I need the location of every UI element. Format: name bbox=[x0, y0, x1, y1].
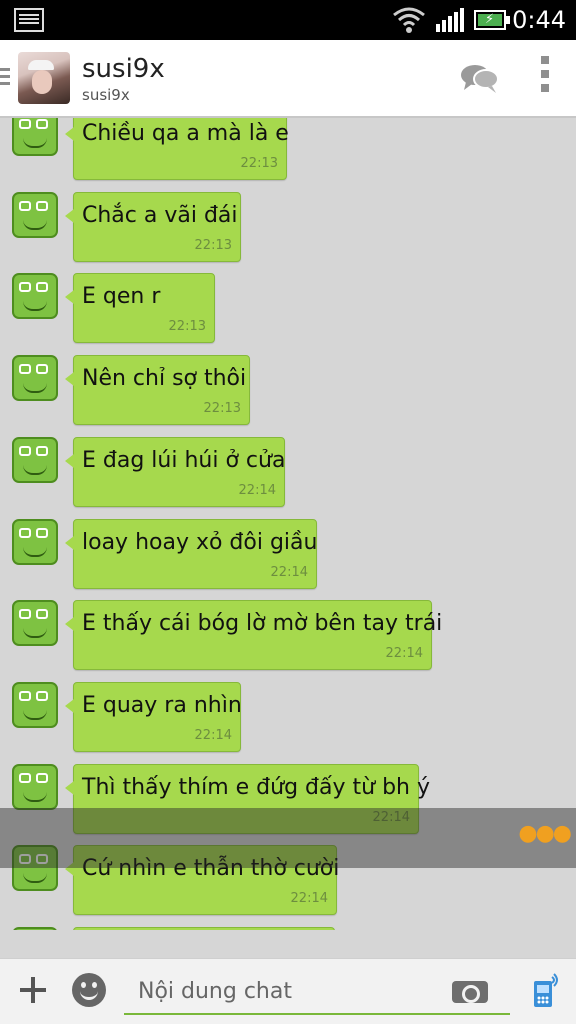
contact-id: susi9x bbox=[82, 86, 130, 104]
sender-emoticon-icon[interactable] bbox=[12, 518, 58, 565]
message-bubble[interactable]: E qen r 22:13 bbox=[65, 273, 215, 344]
message-time: 22:13 bbox=[168, 319, 206, 335]
message-row: B mắt còn gian gian cơ bbox=[0, 927, 576, 930]
plus-icon[interactable] bbox=[18, 975, 48, 1005]
message-bubble[interactable]: Chiều qa a mà là e 22:13 bbox=[65, 118, 289, 180]
walkie-talkie-icon[interactable] bbox=[526, 973, 560, 1009]
sender-emoticon-icon[interactable] bbox=[12, 118, 58, 156]
sender-emoticon-icon[interactable] bbox=[12, 681, 58, 728]
message-text: Chiều qa a mà là e bbox=[82, 121, 289, 146]
message-text: E đag lúi húi ở cửa bbox=[82, 447, 286, 473]
message-text: Thì thấy thím e đứg đấy từ bh ý bbox=[82, 774, 430, 800]
wifi-icon bbox=[393, 7, 425, 33]
message-row: E đag lúi húi ở cửa 22:14 bbox=[0, 436, 576, 517]
battery-charging-icon: ⚡ bbox=[474, 10, 510, 30]
sender-emoticon-icon[interactable] bbox=[12, 355, 58, 402]
message-bubble[interactable]: E thấy cái bóg lờ mờ bên tay trái 22:14 bbox=[65, 600, 442, 671]
chat-bubbles-icon[interactable] bbox=[460, 62, 500, 94]
camera-icon[interactable] bbox=[450, 975, 490, 1005]
message-row: E thấy cái bóg lờ mờ bên tay trái 22:14 bbox=[0, 600, 576, 680]
message-bubble[interactable]: E đag lúi húi ở cửa 22:14 bbox=[65, 436, 286, 507]
message-row: Chắc a vãi đái 22:13 bbox=[0, 191, 576, 272]
message-time: 22:13 bbox=[203, 401, 241, 417]
avatar[interactable] bbox=[18, 52, 70, 104]
message-time: 22:14 bbox=[194, 727, 232, 743]
sender-emoticon-icon[interactable] bbox=[12, 600, 58, 647]
message-time: 22:14 bbox=[385, 646, 423, 662]
notification-icon bbox=[14, 8, 44, 32]
loading-overlay bbox=[0, 808, 576, 868]
message-row: Chiều qa a mà là e 22:13 bbox=[0, 118, 576, 190]
sender-emoticon-icon[interactable] bbox=[12, 436, 58, 483]
status-bar: ⚡ 0:44 bbox=[0, 0, 576, 40]
sender-emoticon-icon[interactable] bbox=[12, 273, 58, 320]
message-text: loay hoay xỏ đôi giầu bbox=[82, 529, 318, 555]
message-time: 22:13 bbox=[240, 156, 278, 171]
message-bubble[interactable]: loay hoay xỏ đôi giầu 22:14 bbox=[65, 518, 318, 589]
message-text: E qen r bbox=[82, 284, 161, 310]
message-text: E quay ra nhìn bbox=[82, 692, 242, 718]
message-text: Chắc a vãi đái bbox=[82, 202, 238, 228]
chat-composer bbox=[0, 958, 576, 1024]
sender-emoticon-icon[interactable] bbox=[12, 927, 58, 930]
message-row: loay hoay xỏ đôi giầu 22:14 bbox=[0, 518, 576, 599]
message-row: E qen r 22:13 bbox=[0, 273, 576, 353]
message-bubble[interactable]: Nên chỉ sợ thôi 22:13 bbox=[65, 355, 250, 426]
signal-icon bbox=[436, 8, 464, 32]
overflow-menu-icon[interactable] bbox=[540, 56, 550, 100]
message-bubble[interactable]: B mắt còn gian gian cơ bbox=[73, 927, 335, 930]
message-bubble[interactable]: Chắc a vãi đái 22:13 bbox=[65, 191, 241, 262]
more-dots-icon[interactable]: ●●● bbox=[518, 821, 572, 846]
message-time: 22:14 bbox=[238, 482, 276, 498]
message-text: Nên chỉ sợ thôi bbox=[82, 366, 247, 392]
message-bubble[interactable]: E quay ra nhìn 22:14 bbox=[65, 681, 242, 752]
smiley-icon[interactable] bbox=[72, 973, 106, 1007]
contact-name: susi9x bbox=[82, 54, 165, 84]
message-text: E thấy cái bóg lờ mờ bên tay trái bbox=[82, 611, 443, 637]
sender-emoticon-icon[interactable] bbox=[12, 191, 58, 238]
message-time: 22:13 bbox=[194, 237, 232, 253]
message-time: 22:14 bbox=[270, 564, 308, 580]
message-row: E quay ra nhìn 22:14 bbox=[0, 681, 576, 762]
clock-time: 0:44 bbox=[512, 6, 566, 34]
drawer-handle-icon[interactable] bbox=[0, 68, 10, 86]
sender-emoticon-icon[interactable] bbox=[12, 763, 58, 810]
chat-header: susi9x susi9x bbox=[0, 40, 576, 118]
message-time: 22:14 bbox=[290, 891, 328, 907]
message-row: Nên chỉ sợ thôi 22:13 bbox=[0, 355, 576, 435]
